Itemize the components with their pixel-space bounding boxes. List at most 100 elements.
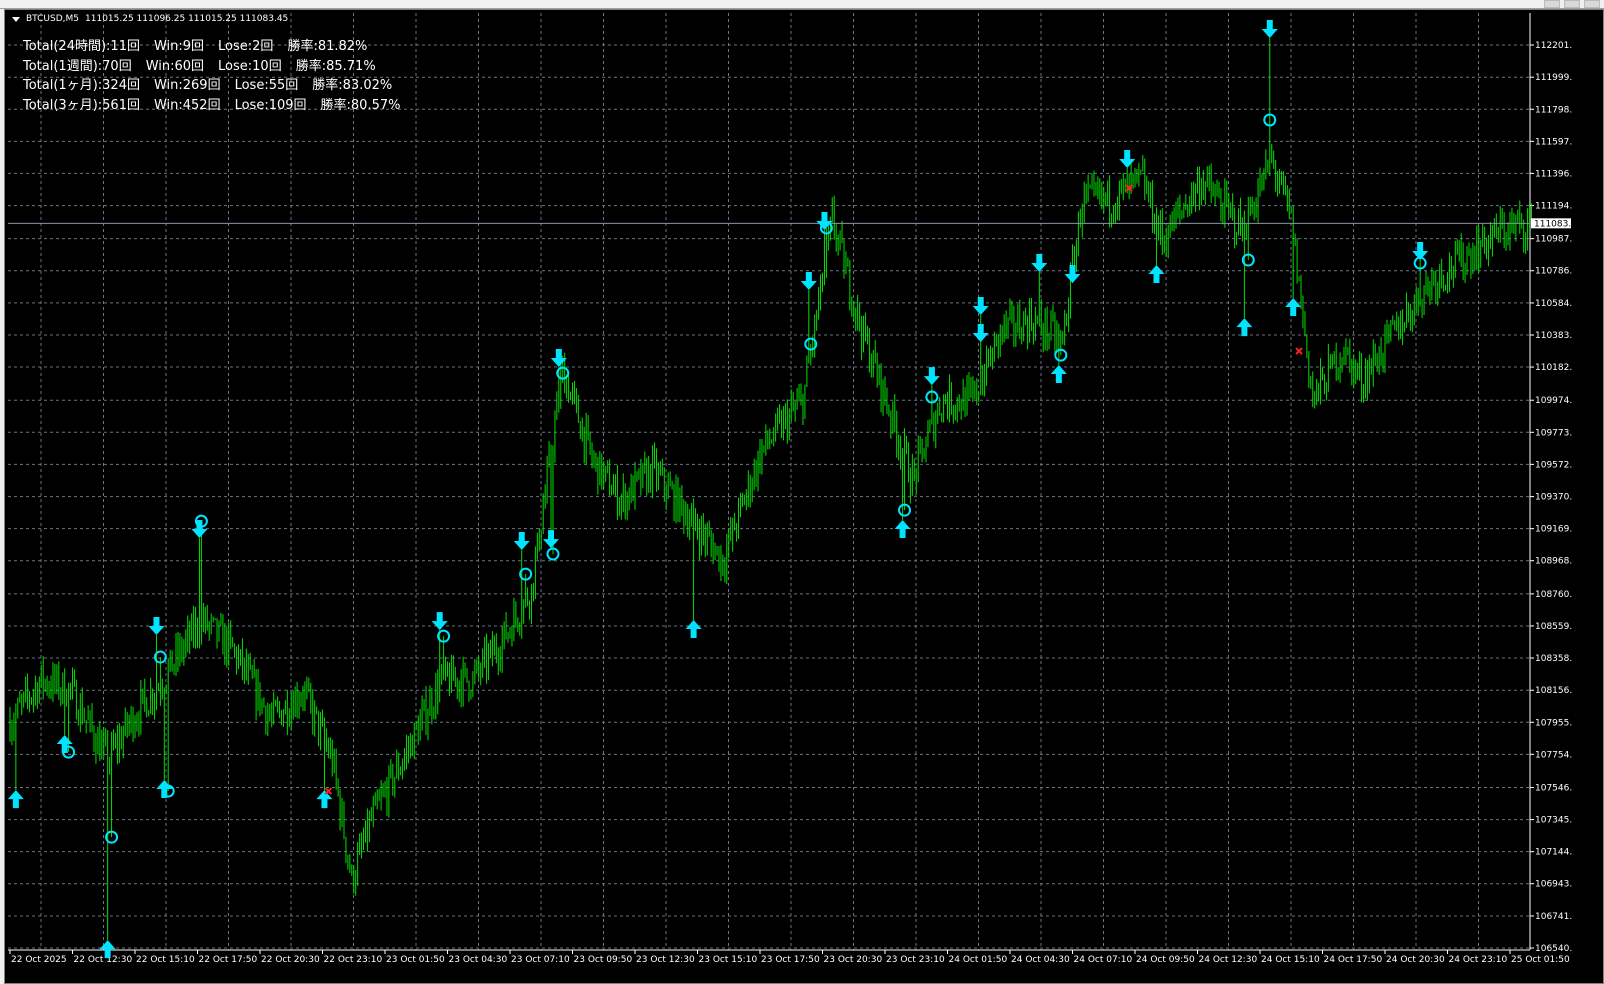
buy-arrow-icon — [7, 790, 24, 809]
stats-row-1w: Total(1週間):70回 Win:60回 Lose:10回 勝率:85.71% — [23, 57, 400, 77]
y-tick-label: 110786. — [1535, 267, 1572, 277]
total-count: Total(24時間):11回 — [23, 39, 140, 54]
win-rate: 勝率:80.57% — [320, 97, 401, 113]
win-count: Win:452回 — [153, 97, 221, 113]
x-tick-label: 24 Oct 20:30 — [1386, 955, 1445, 965]
sell-arrow-icon — [191, 520, 208, 539]
y-tick-label: 108358. — [1535, 654, 1572, 664]
y-tick-label: 108760. — [1535, 590, 1572, 600]
maximize-button[interactable] — [1564, 0, 1580, 8]
y-tick-label: 110383. — [1535, 331, 1572, 341]
x-tick-label: 22 Oct 2025 — [11, 955, 67, 965]
x-tick-label: 22 Oct 12:30 — [74, 955, 133, 965]
lose-cross-icon — [324, 787, 333, 795]
y-tick-label: 112201. — [1535, 41, 1572, 51]
y-tick-label: 111798. — [1535, 105, 1572, 115]
x-tick-label: 23 Oct 20:30 — [824, 955, 883, 965]
win-count: Win:60回 — [145, 58, 205, 74]
x-tick-label: 25 Oct 01:50 — [1511, 955, 1570, 965]
current-price-label: 111083. — [1534, 219, 1571, 229]
stats-panel: Total(24時間):11回 Win:9回 Lose:2回 勝率:81.82% To… — [23, 37, 400, 115]
lose-count: Lose:2回 — [218, 39, 274, 54]
chart-header: BTCUSD,M5 111015.25 111096.25 111015.25 … — [12, 14, 288, 24]
ohlc-values: 111015.25 111096.25 111015.25 111083.45 — [85, 14, 289, 24]
y-tick-label: 107144. — [1535, 848, 1572, 858]
y-tick-label: 107754. — [1535, 750, 1572, 760]
x-tick-label: 24 Oct 04:30 — [1011, 955, 1070, 965]
chart-window[interactable]: 112201. 111999. 111798. 111597. 111396. 11119… — [4, 9, 1604, 984]
total-count: Total(3ヶ月):561回 — [23, 97, 140, 113]
y-tick-label: 111597. — [1535, 137, 1572, 147]
y-tick-label: 111194. — [1535, 202, 1572, 212]
sell-arrow-icon — [431, 612, 448, 631]
sell-arrow-icon — [1261, 19, 1278, 38]
sell-arrow-icon — [543, 530, 560, 549]
x-tick-label: 22 Oct 15:10 — [136, 955, 195, 965]
lose-count: Lose:109回 — [234, 97, 307, 113]
y-tick-label: 108156. — [1535, 686, 1572, 696]
x-tick-label: 22 Oct 17:50 — [199, 955, 258, 965]
sell-arrow-icon — [972, 297, 989, 316]
stats-row-24h: Total(24時間):11回 Win:9回 Lose:2回 勝率:81.82% — [23, 37, 400, 57]
sell-arrow-icon — [972, 324, 989, 343]
lose-count: Lose:10回 — [218, 58, 282, 74]
buy-arrow-icon — [1236, 318, 1253, 337]
buy-arrow-icon — [56, 735, 73, 754]
y-tick-label: 110182. — [1535, 363, 1572, 373]
menu-bar — [0, 0, 1604, 9]
symbol-label: BTCUSD,M5 — [26, 14, 80, 24]
window-controls — [1544, 0, 1600, 8]
y-tick-label: 110987. — [1535, 235, 1572, 245]
win-rate: 勝率:81.82% — [287, 39, 368, 54]
x-tick-label: 24 Oct 01:50 — [949, 955, 1008, 965]
sell-arrow-icon — [800, 272, 817, 291]
price-chart[interactable]: 112201. 111999. 111798. 111597. 111396. 11119… — [5, 10, 1603, 983]
y-tick-label: 110584. — [1535, 299, 1572, 309]
close-button[interactable] — [1584, 0, 1600, 8]
y-tick-label: 107345. — [1535, 816, 1572, 826]
stats-row-3m: Total(3ヶ月):561回 Win:452回 Lose:109回 勝率:80.57… — [23, 96, 400, 116]
x-tick-label: 23 Oct 07:10 — [511, 955, 570, 965]
lose-count: Lose:55回 — [234, 78, 299, 93]
buy-arrow-icon — [1148, 264, 1165, 283]
win-rate: 勝率:85.71% — [295, 58, 376, 74]
x-tick-label: 24 Oct 09:50 — [1136, 955, 1195, 965]
x-tick-label: 22 Oct 23:10 — [324, 955, 383, 965]
x-tick-label: 24 Oct 12:30 — [1199, 955, 1258, 965]
sell-arrow-icon — [513, 532, 530, 551]
y-tick-label: 111999. — [1535, 73, 1572, 83]
y-tick-label: 107955. — [1535, 718, 1572, 728]
lose-cross-icon — [1295, 347, 1303, 355]
sell-arrow-icon — [148, 617, 165, 636]
x-tick-label: 24 Oct 15:10 — [1261, 955, 1320, 965]
x-tick-label: 24 Oct 17:50 — [1324, 955, 1383, 965]
x-tick-label: 22 Oct 20:30 — [261, 955, 320, 965]
x-tick-label: 23 Oct 12:30 — [636, 955, 695, 965]
win-count: Win:9回 — [153, 39, 205, 54]
x-tick-label: 23 Oct 15:10 — [699, 955, 758, 965]
y-tick-label: 107546. — [1535, 784, 1572, 794]
sell-arrow-icon — [1119, 149, 1136, 168]
x-tick-label: 24 Oct 07:10 — [1074, 955, 1133, 965]
x-tick-label: 23 Oct 01:50 — [386, 955, 445, 965]
stats-row-1m: Total(1ヶ月):324回 Win:269回 Lose:55回 勝率:83.02% — [23, 76, 400, 96]
y-tick-label: 109974. — [1535, 396, 1572, 406]
y-tick-label: 108559. — [1535, 622, 1572, 632]
sell-arrow-icon — [1064, 264, 1081, 283]
y-tick-label: 111396. — [1535, 169, 1572, 179]
minimize-button[interactable] — [1544, 0, 1560, 8]
total-count: Total(1週間):70回 — [23, 58, 132, 74]
x-tick-label: 23 Oct 17:50 — [761, 955, 820, 965]
buy-arrow-icon — [685, 620, 702, 639]
y-tick-label: 108968. — [1535, 557, 1572, 567]
y-tick-label: 109773. — [1535, 428, 1572, 438]
sell-arrow-icon — [923, 367, 940, 386]
win-count: Win:269回 — [153, 78, 221, 93]
x-tick-label: 23 Oct 23:10 — [886, 955, 945, 965]
y-tick-label: 109370. — [1535, 493, 1572, 503]
collapse-triangle-icon[interactable] — [12, 16, 20, 22]
y-tick-label: 109572. — [1535, 460, 1572, 470]
win-rate: 勝率:83.02% — [312, 78, 393, 93]
y-tick-label: 109169. — [1535, 525, 1572, 535]
buy-arrow-icon — [1050, 364, 1067, 383]
